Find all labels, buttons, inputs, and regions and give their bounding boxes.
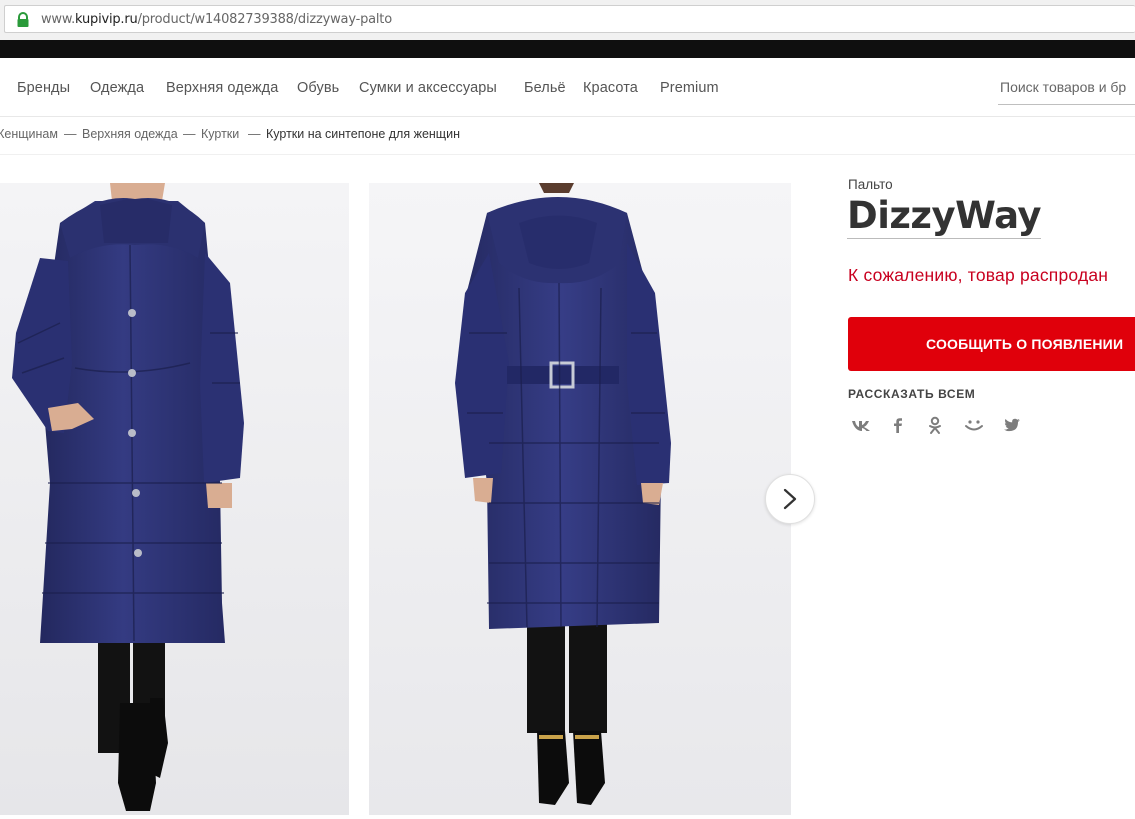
nav-item-bags-accessories[interactable]: Сумки и аксессуары [359,80,497,96]
product-category: Пальто [848,177,893,192]
nav-item-beauty[interactable]: Красота [583,80,638,96]
product-brand-link[interactable]: DizzyWay [847,194,1042,239]
odnoklassniki-icon[interactable] [924,415,946,435]
breadcrumb-separator: — [183,127,196,141]
nav-item-shoes[interactable]: Обувь [297,80,339,96]
site-top-bar [0,40,1135,58]
url-text: www.kupivip.ru/product/w14082739388/dizz… [41,12,392,27]
moimir-icon[interactable] [963,415,985,435]
nav-item-clothing[interactable]: Одежда [90,80,144,96]
facebook-icon[interactable] [887,415,909,435]
breadcrumb-current: Куртки на синтепоне для женщин [266,127,460,141]
address-bar[interactable]: www.kupivip.ru/product/w14082739388/dizz… [4,5,1135,33]
nav-item-brands[interactable]: Бренды [17,80,70,96]
divider [0,154,1135,155]
nav-item-lingerie[interactable]: Бельё [524,80,566,96]
share-title: РАССКАЗАТЬ ВСЕМ [848,387,976,401]
chevron-right-icon [783,488,797,510]
twitter-icon[interactable] [1001,415,1023,435]
product-photo-front[interactable] [0,183,349,815]
browser-toolbar: www.kupivip.ru/product/w14082739388/dizz… [0,0,1135,40]
search-box [998,74,1135,105]
breadcrumb-item-outerwear[interactable]: Верхняя одежда [82,127,178,141]
breadcrumb-item-women[interactable]: Женщинам [0,127,58,141]
main-nav: Бренды Одежда Верхняя одежда Обувь Сумки… [0,58,1135,117]
breadcrumb-separator: — [64,127,77,141]
nav-item-outerwear[interactable]: Верхняя одежда [166,80,278,96]
breadcrumb-item-jackets[interactable]: Куртки [201,127,239,141]
notify-availability-button[interactable]: СООБЩИТЬ О ПОЯВЛЕНИИ [848,317,1135,371]
breadcrumb-separator: — [248,127,261,141]
product-photo-back[interactable] [369,183,791,815]
search-input[interactable] [998,74,1135,100]
nav-item-premium[interactable]: Premium [660,80,719,96]
vk-icon[interactable] [850,415,872,435]
sold-out-status: К сожалению, товар распродан [848,265,1109,285]
lock-icon [17,12,29,27]
gallery-next-button[interactable] [765,474,815,524]
